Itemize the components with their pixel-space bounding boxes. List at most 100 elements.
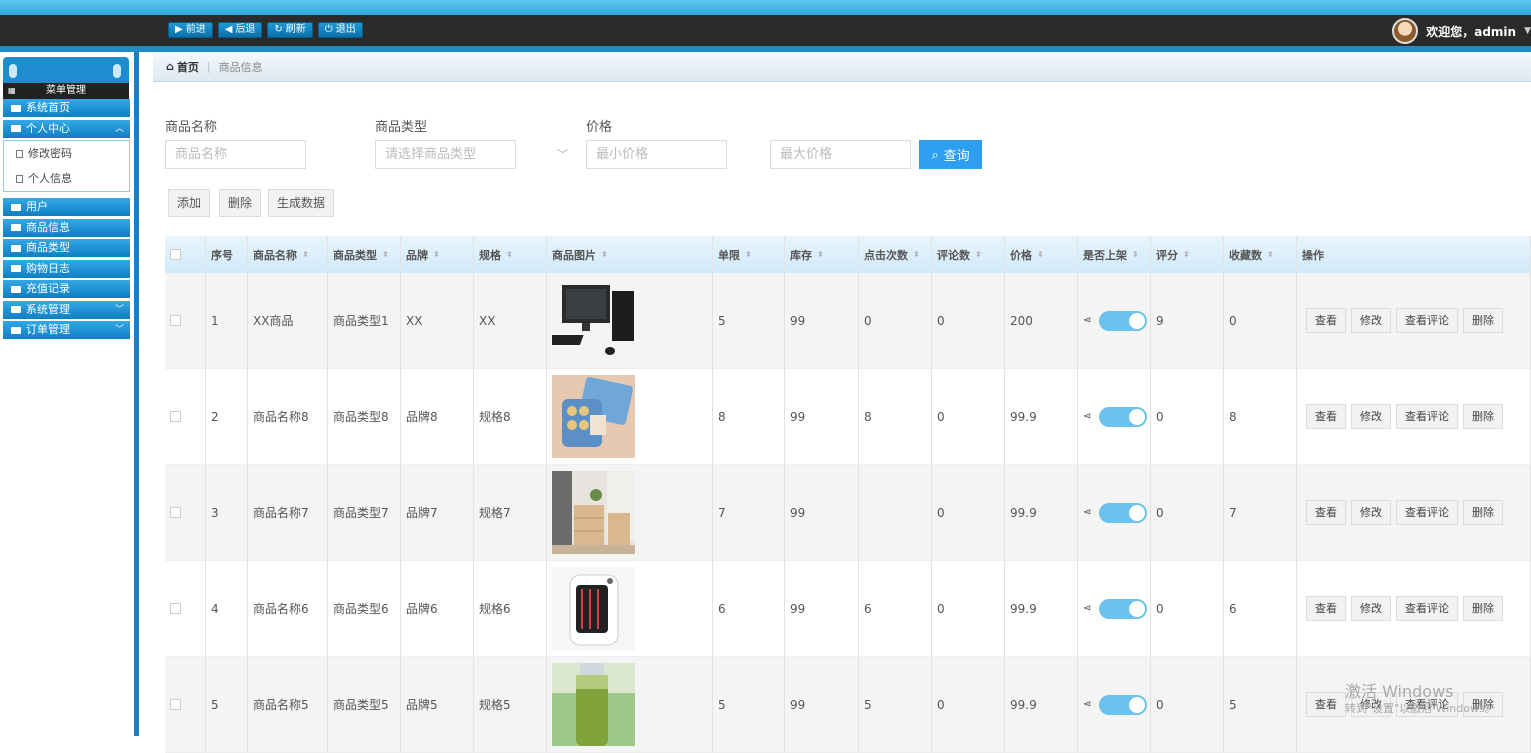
- sidebar-item-users[interactable]: 用户: [3, 198, 130, 216]
- book-icon: [11, 104, 21, 112]
- header-col-name[interactable]: 商品名称 ⬍: [248, 236, 328, 273]
- generate-data-button[interactable]: 生成数据: [268, 189, 335, 217]
- cell-spec: 规格8: [474, 369, 547, 464]
- on-sale-toggle[interactable]: [1099, 694, 1148, 715]
- cell-on_sale: ⋖: [1078, 561, 1151, 656]
- cell-limit: 6: [713, 561, 785, 656]
- row-checkbox[interactable]: [170, 315, 181, 326]
- edit-button[interactable]: 修改: [1351, 404, 1391, 429]
- cell-type: 商品类型8: [328, 369, 401, 464]
- header-col-stock[interactable]: 库存 ⬍: [785, 236, 859, 273]
- view-button[interactable]: 查看: [1306, 596, 1346, 621]
- header-col-brand[interactable]: 品牌 ⬍: [401, 236, 474, 273]
- cell-clicks: 6: [859, 561, 932, 656]
- on-sale-toggle[interactable]: [1099, 310, 1148, 331]
- cell-score: 9: [1151, 273, 1224, 368]
- activation-watermark-sub: 转到"设置"以激活 Windows。: [1345, 702, 1496, 715]
- delete-button[interactable]: 删除: [219, 189, 262, 217]
- cell-comments: 0: [932, 465, 1005, 560]
- chevron-down-icon: ﹀: [557, 148, 568, 161]
- row-checkbox[interactable]: [170, 411, 181, 422]
- user-menu[interactable]: 欢迎您，admin ▼: [1392, 18, 1531, 44]
- on-sale-toggle[interactable]: [1099, 502, 1148, 523]
- cell-stock: 99: [785, 273, 859, 368]
- header-col-favorites[interactable]: 收藏数 ⬍: [1224, 236, 1297, 273]
- delete-row-button[interactable]: 删除: [1463, 404, 1503, 429]
- edit-button[interactable]: 修改: [1351, 500, 1391, 525]
- sort-icon: ⬍: [817, 250, 824, 259]
- row-checkbox[interactable]: [170, 507, 181, 518]
- sidebar-item-orders[interactable]: 订单管理 ﹀: [3, 321, 130, 339]
- cell-type: 商品类型6: [328, 561, 401, 656]
- book-icon: [11, 265, 21, 272]
- select-cell: [165, 369, 206, 464]
- sidebar: ▦ 菜单管理 系统首页 个人中心 ︿ 修改密码 个人信息 用户 商品信息 商品类型…: [0, 52, 139, 736]
- delete-row-button[interactable]: 删除: [1463, 500, 1503, 525]
- refresh-button[interactable]: ↻ 刷新: [267, 22, 313, 38]
- sidebar-item-change-password[interactable]: 修改密码: [4, 141, 129, 166]
- sidebar-item-product-type[interactable]: 商品类型: [3, 239, 130, 257]
- cell-favorites: 8: [1224, 369, 1297, 464]
- header-col-score[interactable]: 评分 ⬍: [1151, 236, 1224, 273]
- header-col-on-sale[interactable]: 是否上架 ⬍: [1078, 236, 1151, 273]
- sidebar-item-system[interactable]: 系统管理 ﹀: [3, 300, 130, 319]
- sidebar-item-shopping-log[interactable]: 购物日志: [3, 259, 130, 278]
- breadcrumb-home[interactable]: ⌂ 首页: [166, 59, 199, 75]
- edit-button[interactable]: 修改: [1351, 596, 1391, 621]
- sidebar-item-product-info[interactable]: 商品信息: [3, 218, 130, 237]
- query-button[interactable]: ⌕ 查询: [919, 140, 982, 169]
- on-sale-toggle[interactable]: [1099, 598, 1148, 619]
- header-col-image[interactable]: 商品图片 ⬍: [547, 236, 713, 273]
- cell-brand: 品牌5: [401, 657, 474, 752]
- on-sale-toggle[interactable]: [1099, 406, 1148, 427]
- logout-button[interactable]: ⏻ 退出: [317, 22, 363, 38]
- view-button[interactable]: 查看: [1306, 308, 1346, 333]
- ops-cell: 查看 修改 查看评论 删除: [1297, 369, 1531, 464]
- delete-row-button[interactable]: 删除: [1463, 308, 1503, 333]
- header-col-clicks[interactable]: 点击次数 ⬍: [859, 236, 932, 273]
- header-col-no: 序号: [206, 236, 248, 273]
- sidebar-item-home[interactable]: 系统首页: [3, 99, 130, 117]
- header-col-spec[interactable]: 规格 ⬍: [474, 236, 547, 273]
- product-image: [552, 663, 635, 746]
- row-checkbox[interactable]: [170, 603, 181, 614]
- header-col-price[interactable]: 价格 ⬍: [1005, 236, 1078, 273]
- header-col-comments[interactable]: 评论数 ⬍: [932, 236, 1005, 273]
- forward-button[interactable]: ▶ 前进: [168, 22, 213, 38]
- top-bar: ▶ 前进 ◀ 后退 ↻ 刷新 ⏻ 退出 欢迎您，admin ▼: [0, 0, 1531, 52]
- view-button[interactable]: 查看: [1306, 404, 1346, 429]
- view-comments-button[interactable]: 查看评论: [1396, 596, 1458, 621]
- cell-on_sale: ⋖: [1078, 465, 1151, 560]
- select-cell: [165, 561, 206, 656]
- name-input[interactable]: 商品名称: [165, 140, 306, 169]
- cell-on_sale: ⋖: [1078, 369, 1151, 464]
- table-header: 序号 商品名称 ⬍ 商品类型 ⬍ 品牌 ⬍ 规格 ⬍ 商品图片 ⬍ 单限 ⬍ 库存 ⬍ 点击次数 ⬍ 评论数 ⬍ 价格…: [165, 236, 1531, 273]
- max-price-input[interactable]: 最大价格: [770, 140, 911, 169]
- book-icon: [11, 285, 21, 293]
- min-price-input[interactable]: 最小价格: [586, 140, 727, 169]
- header-col-type[interactable]: 商品类型 ⬍: [328, 236, 401, 273]
- add-button[interactable]: 添加: [168, 189, 211, 217]
- sidebar-item-personal-center[interactable]: 个人中心 ︿: [3, 119, 130, 138]
- back-button[interactable]: ◀ 后退: [217, 22, 263, 38]
- view-comments-button[interactable]: 查看评论: [1396, 308, 1458, 333]
- header-col-limit[interactable]: 单限 ⬍: [713, 236, 785, 273]
- share-icon: ⋖: [1083, 411, 1092, 422]
- sidebar-item-personal-info[interactable]: 个人信息: [4, 166, 129, 191]
- delete-row-button[interactable]: 删除: [1463, 596, 1503, 621]
- row-checkbox[interactable]: [170, 699, 181, 710]
- edit-button[interactable]: 修改: [1351, 308, 1391, 333]
- sort-icon: ⬍: [913, 250, 920, 259]
- view-button[interactable]: 查看: [1306, 692, 1346, 717]
- view-comments-button[interactable]: 查看评论: [1396, 500, 1458, 525]
- view-comments-button[interactable]: 查看评论: [1396, 404, 1458, 429]
- sidebar-item-recharge[interactable]: 充值记录: [3, 280, 130, 298]
- cell-image: [547, 369, 713, 464]
- type-label: 商品类型: [375, 120, 428, 135]
- type-select[interactable]: 请选择商品类型: [375, 140, 516, 169]
- cell-stock: 99: [785, 561, 859, 656]
- sort-icon: ⬍: [382, 250, 389, 259]
- view-button[interactable]: 查看: [1306, 500, 1346, 525]
- select-all-checkbox[interactable]: [170, 249, 181, 260]
- cell-price: 99.9: [1005, 369, 1078, 464]
